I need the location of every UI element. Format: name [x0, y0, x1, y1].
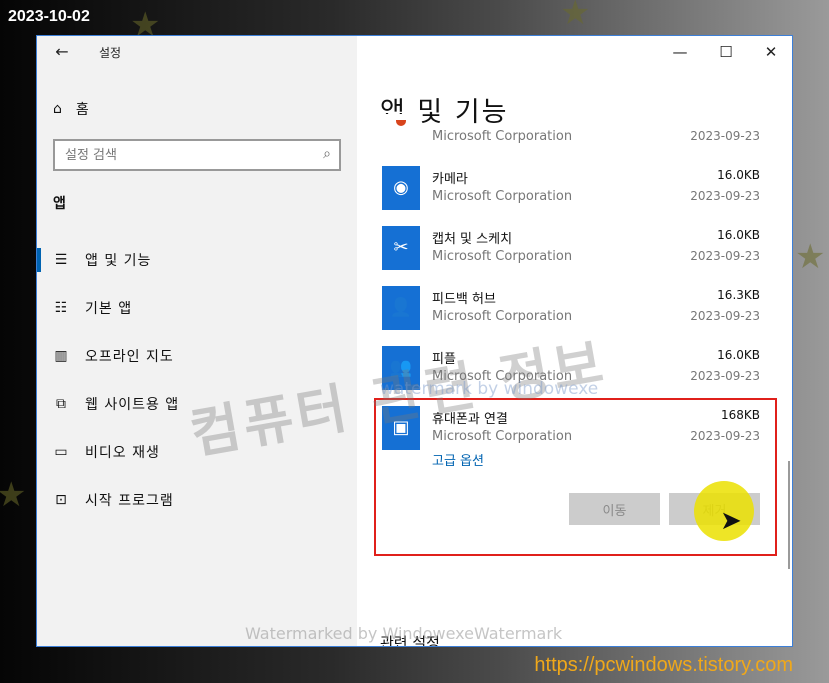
app-publisher: Microsoft Corporation	[432, 309, 573, 324]
app-publisher: Microsoft Corporation	[432, 129, 573, 144]
sidebar-item-default-apps[interactable]: ☷ 기본 앱	[37, 290, 357, 326]
close-button[interactable]: ✕	[748, 36, 792, 68]
app-date: 2023-09-23	[690, 249, 760, 263]
app-name: 피플	[432, 352, 456, 367]
sidebar-item-startup[interactable]: ⊡ 시작 프로그램	[37, 482, 357, 518]
camera-icon: ◉	[382, 166, 420, 210]
feedback-hub-icon: 👤	[382, 286, 420, 330]
app-date: 2023-09-23	[690, 309, 760, 323]
app-size: 16.0KB	[717, 228, 760, 242]
app-publisher: Microsoft Corporation	[432, 189, 573, 204]
title-bar: ← 설정	[37, 36, 357, 68]
app-publisher: Microsoft Corporation	[432, 249, 573, 264]
back-arrow-icon[interactable]: ←	[51, 42, 73, 62]
app-size: 16.0KB	[717, 348, 760, 362]
sidebar-item-offline-maps[interactable]: ▥ 오프라인 지도	[37, 338, 357, 374]
search-box: ⌕	[53, 139, 341, 171]
sidebar-item-label: 웹 사이트용 앱	[85, 397, 180, 413]
app-size: 16.3KB	[717, 288, 760, 302]
video-playback-icon: ▭	[54, 444, 68, 460]
move-button[interactable]: 이동	[569, 493, 660, 525]
sidebar-item-label: 비디오 재생	[85, 445, 160, 461]
app-size: 16.0KB	[717, 168, 760, 182]
sidebar-item-video-playback[interactable]: ▭ 비디오 재생	[37, 434, 357, 470]
default-apps-icon: ☷	[54, 300, 68, 316]
home-link[interactable]: ⌂ 홈	[53, 98, 89, 120]
sidebar-item-apps-features[interactable]: ☰ 앱 및 기능	[37, 242, 357, 278]
home-icon: ⌂	[53, 101, 62, 117]
sidebar-item-apps-for-websites[interactable]: ⧉ 웹 사이트용 앱	[37, 386, 357, 422]
app-publisher: Microsoft Corporation	[432, 369, 573, 384]
offline-maps-icon: ▥	[54, 348, 68, 364]
apps-features-icon: ☰	[54, 252, 68, 268]
app-date: 2023-09-23	[690, 129, 760, 143]
sidebar-item-label: 앱 및 기능	[85, 253, 152, 269]
sidebar-item-label: 시작 프로그램	[85, 493, 174, 509]
star-decoration: ★	[560, 0, 591, 33]
list-item[interactable]: 👥 피플 Microsoft Corporation 16.0KB 2023-0…	[380, 346, 762, 406]
minimize-button[interactable]: —	[657, 36, 703, 68]
star-decoration: ★	[795, 237, 826, 277]
snip-sketch-icon: ✂	[382, 226, 420, 270]
app-name: 카메라	[432, 172, 468, 187]
search-input[interactable]	[55, 141, 295, 169]
sidebar: ← 설정 ⌂ 홈 ⌕ 앱 ☰ 앱 및 기능 ☷ 기본 앱 ▥ 오프라인 지도 ⧉…	[37, 36, 357, 646]
date-stamp: 2023-10-02	[8, 8, 90, 25]
maximize-button[interactable]: ☐	[703, 36, 749, 68]
list-item[interactable]: ✂ 캡처 및 스케치 Microsoft Corporation 16.0KB …	[380, 226, 762, 286]
app-name: 피드백 허브	[432, 292, 496, 307]
settings-window: ← 설정 ⌂ 홈 ⌕ 앱 ☰ 앱 및 기능 ☷ 기본 앱 ▥ 오프라인 지도 ⧉…	[36, 35, 793, 647]
site-url: https://pcwindows.tistory.com	[534, 654, 793, 676]
app-date: 2023-09-23	[690, 369, 760, 383]
home-label: 홈	[75, 102, 89, 118]
list-item[interactable]: 👤 피드백 허브 Microsoft Corporation 16.3KB 20…	[380, 286, 762, 346]
people-icon: 👥	[382, 346, 420, 390]
app-date: 2023-09-23	[690, 189, 760, 203]
sidebar-item-label: 기본 앱	[85, 301, 133, 317]
app-icon	[382, 114, 420, 128]
sidebar-item-label: 오프라인 지도	[85, 349, 174, 365]
star-decoration: ★	[0, 475, 27, 515]
window-title: 설정	[99, 46, 122, 60]
related-settings-heading: 관련 설정	[380, 634, 440, 647]
scrollbar[interactable]	[788, 461, 790, 569]
list-item[interactable]: ◉ 카메라 Microsoft Corporation 16.0KB 2023-…	[380, 166, 762, 226]
mouse-cursor-icon: ➤	[720, 506, 742, 536]
section-label-apps: 앱	[53, 196, 66, 212]
app-name: 캡처 및 스케치	[432, 232, 513, 247]
apps-for-websites-icon: ⧉	[56, 396, 66, 412]
search-icon[interactable]: ⌕	[323, 146, 331, 162]
startup-icon: ⊡	[55, 492, 67, 508]
